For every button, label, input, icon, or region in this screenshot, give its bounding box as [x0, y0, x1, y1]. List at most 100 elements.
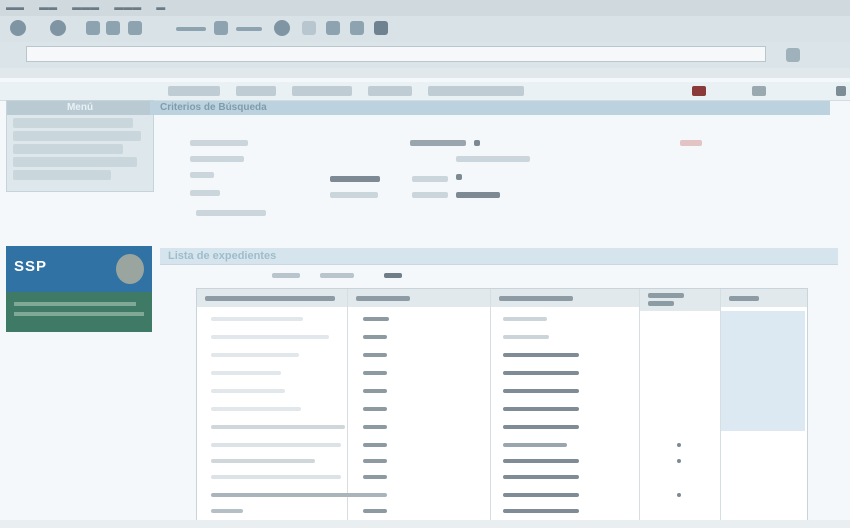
divider — [160, 264, 838, 265]
column-header[interactable] — [197, 289, 348, 307]
browser-toolbar — [0, 16, 850, 42]
chevron-down-icon[interactable] — [474, 140, 480, 146]
pager-prev[interactable] — [272, 273, 300, 278]
table-cell — [503, 425, 579, 429]
form-label — [190, 172, 214, 178]
table-cell — [503, 443, 567, 447]
discuss-icon[interactable] — [374, 21, 388, 35]
form-label — [412, 176, 448, 182]
table-cell — [363, 459, 387, 463]
table-cell — [503, 353, 579, 357]
table-cell — [211, 317, 303, 321]
stop-icon[interactable] — [86, 21, 100, 35]
reload-icon[interactable] — [106, 21, 120, 35]
forward-icon[interactable] — [50, 20, 66, 36]
address-bar[interactable] — [26, 46, 766, 62]
links-bar — [0, 68, 850, 78]
form-label — [190, 190, 220, 196]
table-cell — [211, 493, 387, 497]
menu-favorites[interactable]: ▬▬▬ — [114, 2, 141, 12]
form-radio[interactable] — [456, 174, 462, 180]
table-cell — [363, 389, 387, 393]
side-menu-item[interactable] — [13, 144, 123, 154]
table-cell — [503, 509, 579, 513]
side-menu-item[interactable] — [13, 157, 137, 167]
divider — [639, 289, 640, 521]
nav-item-4[interactable] — [368, 86, 412, 96]
search-criteria-header: Criterios de Búsqueda — [150, 101, 830, 115]
go-icon[interactable] — [786, 48, 800, 62]
home-icon[interactable] — [128, 21, 142, 35]
column-header[interactable] — [348, 289, 491, 307]
table-cell — [677, 493, 681, 497]
table-cell — [363, 475, 387, 479]
table-cell — [503, 407, 579, 411]
table-cell — [363, 317, 389, 321]
side-menu-item[interactable] — [13, 170, 111, 180]
banner-text-line — [14, 302, 136, 306]
address-row — [0, 42, 850, 68]
form-value[interactable] — [456, 192, 500, 198]
printer-icon[interactable] — [752, 86, 766, 96]
pager-info — [320, 273, 354, 278]
table-cell — [211, 509, 243, 513]
form-label — [190, 140, 248, 146]
side-menu-title: Menú — [7, 101, 153, 115]
nav-item-3[interactable] — [292, 86, 352, 96]
table-cell — [363, 335, 387, 339]
search-button[interactable] — [176, 27, 206, 31]
table-cell — [211, 475, 341, 479]
browser-menubar: ▬▬ ▬▬ ▬▬▬ ▬▬▬ ▬ — [0, 0, 850, 16]
menu-view[interactable]: ▬▬▬ — [72, 2, 99, 12]
seal-icon — [116, 254, 144, 284]
form-value[interactable] — [330, 176, 380, 182]
favorites-icon[interactable] — [214, 21, 228, 35]
results-title: Lista de expedientes — [168, 250, 277, 262]
table-cell — [503, 389, 579, 393]
form-label — [456, 156, 530, 162]
form-select[interactable] — [410, 140, 466, 146]
edit-icon[interactable] — [350, 21, 364, 35]
menu-edit[interactable]: ▬▬ — [39, 2, 57, 12]
back-icon[interactable] — [10, 20, 26, 36]
divider — [490, 289, 491, 521]
pager-next[interactable] — [384, 273, 402, 278]
table-cell — [677, 443, 681, 447]
menu-help[interactable]: ▬ — [156, 2, 165, 12]
nav-item-1[interactable] — [168, 86, 220, 96]
nav-item-2[interactable] — [236, 86, 276, 96]
printer-icon[interactable] — [326, 21, 340, 35]
column-header[interactable] — [491, 289, 640, 307]
results-table — [196, 288, 808, 522]
side-menu-item[interactable] — [13, 118, 133, 128]
table-cell — [211, 459, 315, 463]
highlighted-column — [721, 311, 805, 431]
menu-file[interactable]: ▬▬ — [6, 2, 24, 12]
table-cell — [211, 353, 299, 357]
table-cell — [363, 407, 387, 411]
nav-item-5[interactable] — [428, 86, 524, 96]
exit-icon[interactable] — [692, 86, 706, 96]
table-cell — [503, 371, 579, 375]
table-cell — [363, 353, 387, 357]
ssp-banner: SSP — [6, 246, 152, 332]
column-header[interactable] — [721, 289, 808, 307]
form-label — [190, 156, 244, 162]
table-cell — [211, 371, 281, 375]
history-button[interactable] — [236, 27, 262, 31]
table-cell — [211, 407, 301, 411]
table-cell — [363, 425, 387, 429]
search-criteria-title: Criterios de Búsqueda — [160, 102, 267, 113]
mail-icon[interactable] — [302, 21, 316, 35]
media-icon[interactable] — [274, 20, 290, 36]
form-label — [330, 192, 378, 198]
window-icon[interactable] — [836, 86, 846, 96]
search-button[interactable] — [196, 210, 266, 216]
side-menu-item[interactable] — [13, 131, 141, 141]
table-cell — [503, 493, 579, 497]
table-cell — [677, 459, 681, 463]
table-cell — [503, 317, 547, 321]
table-cell — [363, 509, 387, 513]
column-header[interactable] — [640, 289, 721, 311]
table-cell — [363, 443, 387, 447]
